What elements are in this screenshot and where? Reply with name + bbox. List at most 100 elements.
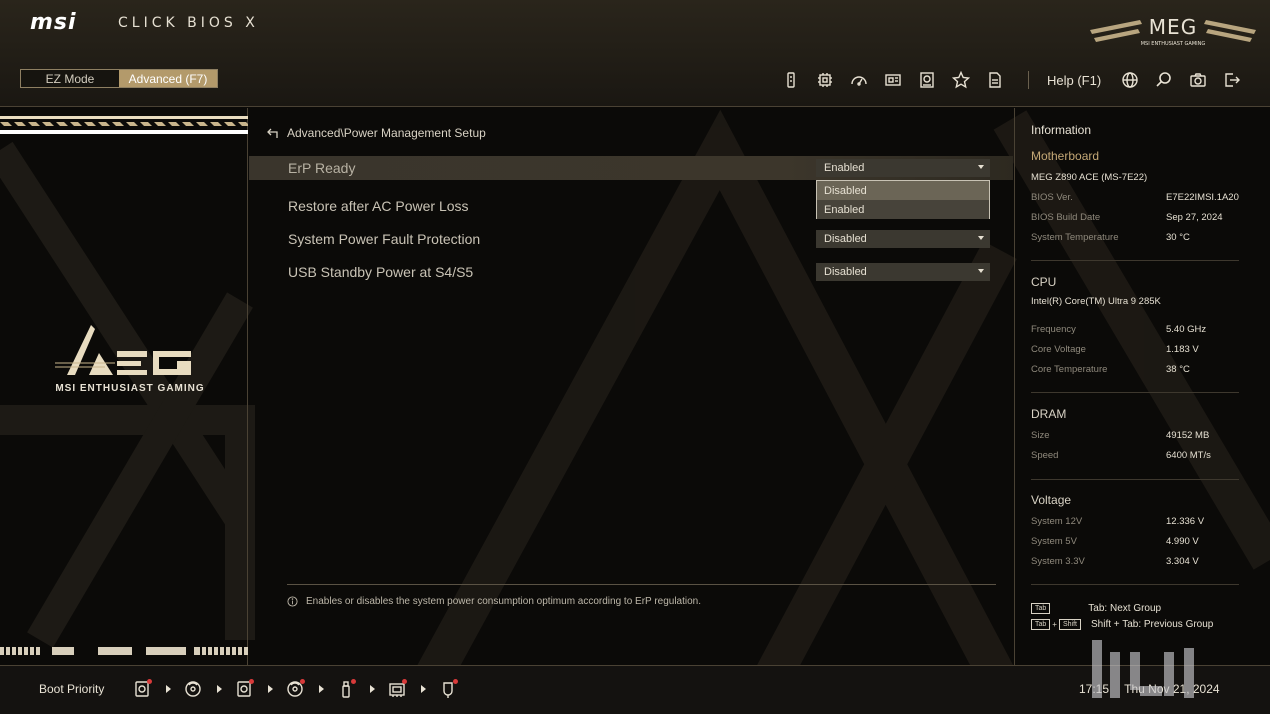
boot-arrow-icon: [421, 685, 426, 693]
info-value: 6400 MT/s: [1166, 450, 1211, 461]
motherboard-heading: Motherboard: [1031, 149, 1100, 163]
clock: 17:15 Thu Nov 21, 2024: [1079, 682, 1232, 696]
storage-icon[interactable]: [916, 69, 938, 91]
motherboard-model: MEG Z890 ACE (MS-7E22): [1031, 172, 1148, 183]
svg-text:MEG: MEG: [1149, 15, 1197, 39]
setting-label: USB Standby Power at S4/S5: [288, 263, 474, 280]
back-arrow-icon[interactable]: [267, 127, 281, 139]
setting-power-fault-protection[interactable]: System Power Fault Protection Disabled: [249, 222, 1013, 255]
decorative-stripe-bottom: [0, 647, 248, 655]
boot-priority-sequence: [132, 679, 458, 699]
meg-logo: MEG MSI ENTHUSIAST GAMING: [1090, 15, 1256, 47]
erp-ready-dropdown[interactable]: Enabled: [816, 159, 990, 177]
camera-icon[interactable]: [1187, 69, 1209, 91]
info-key: System 3.3V: [1031, 556, 1085, 567]
board-icon[interactable]: [882, 69, 904, 91]
usb-standby-dropdown[interactable]: Disabled: [816, 262, 990, 281]
breadcrumb-path: Advanced\Power Management Setup: [287, 126, 486, 140]
tab-keycap: Tab: [1031, 603, 1051, 614]
optical-disc-icon[interactable]: [183, 679, 203, 699]
info-divider: [1031, 479, 1239, 480]
info-value: Sep 27, 2024: [1166, 212, 1223, 223]
breadcrumb: Advanced\Power Management Setup: [267, 126, 486, 140]
setting-label: System Power Fault Protection: [288, 230, 481, 247]
help-divider: [287, 584, 996, 585]
tab-keycap: Tab: [1031, 619, 1051, 630]
usb-badge-icon: [249, 679, 254, 684]
help-text: Enables or disables the system power con…: [306, 596, 702, 607]
left-brand-panel: MSI ENTHUSIAST GAMING: [0, 108, 248, 665]
ez-mode-button[interactable]: EZ Mode: [21, 70, 119, 87]
info-value: 5.40 GHz: [1166, 324, 1207, 335]
cpu-heading: CPU: [1031, 275, 1057, 289]
settings-panel: Advanced\Power Management Setup ErP Read…: [249, 108, 1013, 665]
toolbar-divider: [1028, 71, 1029, 89]
chevron-down-icon: [978, 268, 984, 273]
boot-arrow-icon: [319, 685, 324, 693]
option-enabled[interactable]: Enabled: [817, 200, 989, 219]
info-key: Speed: [1031, 450, 1059, 461]
info-key: BIOS Build Date: [1031, 212, 1101, 223]
usb-badge-icon: [402, 679, 407, 684]
network-card-icon[interactable]: [387, 679, 407, 699]
info-key: System 5V: [1031, 536, 1077, 547]
globe-icon[interactable]: [1119, 69, 1141, 91]
power-fault-dropdown[interactable]: Disabled: [816, 229, 990, 248]
info-title: Information: [1031, 123, 1092, 137]
hotkey-next-group: Tab Tab: Next Group: [1031, 603, 1161, 614]
usb-badge-icon: [453, 679, 458, 684]
setting-usb-standby-power[interactable]: USB Standby Power at S4/S5 Disabled: [249, 255, 1013, 288]
chevron-down-icon: [978, 165, 984, 169]
setting-erp-ready[interactable]: ErP Ready Enabled: [249, 156, 1013, 180]
info-divider: [1031, 584, 1239, 585]
help-button[interactable]: Help (F1): [1047, 73, 1101, 88]
info-key: System Temperature: [1031, 232, 1119, 243]
info-key: Core Temperature: [1031, 364, 1108, 375]
boot-arrow-icon: [217, 685, 222, 693]
plus-sign: +: [1052, 620, 1057, 629]
document-icon[interactable]: [984, 69, 1006, 91]
info-icon: [287, 596, 298, 607]
info-value: 1.183 V: [1166, 344, 1199, 355]
gauge-icon[interactable]: [848, 69, 870, 91]
boot-arrow-icon: [268, 685, 273, 693]
search-icon[interactable]: [1153, 69, 1175, 91]
boot-priority-label: Boot Priority: [39, 682, 105, 696]
boot-arrow-icon: [166, 685, 171, 693]
advanced-mode-button[interactable]: Advanced (F7): [119, 70, 217, 87]
info-value: E7E22IMSI.1A20: [1166, 192, 1239, 203]
option-disabled[interactable]: Disabled: [817, 181, 989, 200]
info-key: System 12V: [1031, 516, 1083, 527]
clock-time: 17:15: [1079, 682, 1110, 696]
header-bar: msi CLICK BIOS X EZ Mode Advanced (F7) M…: [0, 0, 1270, 107]
voltage-heading: Voltage: [1031, 493, 1072, 507]
erp-ready-options: Disabled Enabled: [816, 180, 990, 219]
settings-list: ErP Ready Enabled Restore after AC Power…: [249, 156, 1013, 288]
uefi-shell-icon[interactable]: [438, 679, 458, 699]
usb-badge-icon: [351, 679, 356, 684]
info-value: 4.990 V: [1166, 536, 1199, 547]
info-key: Size: [1031, 430, 1050, 441]
dropdown-value: Disabled: [824, 232, 867, 245]
exit-icon[interactable]: [1221, 69, 1243, 91]
usb-disk-icon[interactable]: [132, 679, 152, 699]
usb-badge-icon: [300, 679, 305, 684]
boot-arrow-icon: [370, 685, 375, 693]
setting-label: ErP Ready: [288, 160, 356, 176]
usb-stick-icon[interactable]: [336, 679, 356, 699]
cpu-icon[interactable]: [814, 69, 836, 91]
chevron-down-icon: [978, 235, 984, 240]
dram-heading: DRAM: [1031, 407, 1067, 421]
info-key: Core Voltage: [1031, 344, 1086, 355]
info-key: BIOS Ver.: [1031, 192, 1073, 203]
usb-disk-icon[interactable]: [234, 679, 254, 699]
star-icon[interactable]: [950, 69, 972, 91]
svg-text:MSI ENTHUSIAST GAMING: MSI ENTHUSIAST GAMING: [1141, 41, 1206, 47]
cpu-model: Intel(R) Core(TM) Ultra 9 285K: [1031, 296, 1161, 307]
info-divider: [1031, 260, 1239, 261]
info-value: 38 °C: [1166, 364, 1190, 375]
optical-disc-icon[interactable]: [285, 679, 305, 699]
memory-icon[interactable]: [780, 69, 802, 91]
hotkey-text: Shift + Tab: Previous Group: [1090, 619, 1214, 630]
dropdown-value: Enabled: [824, 162, 865, 174]
